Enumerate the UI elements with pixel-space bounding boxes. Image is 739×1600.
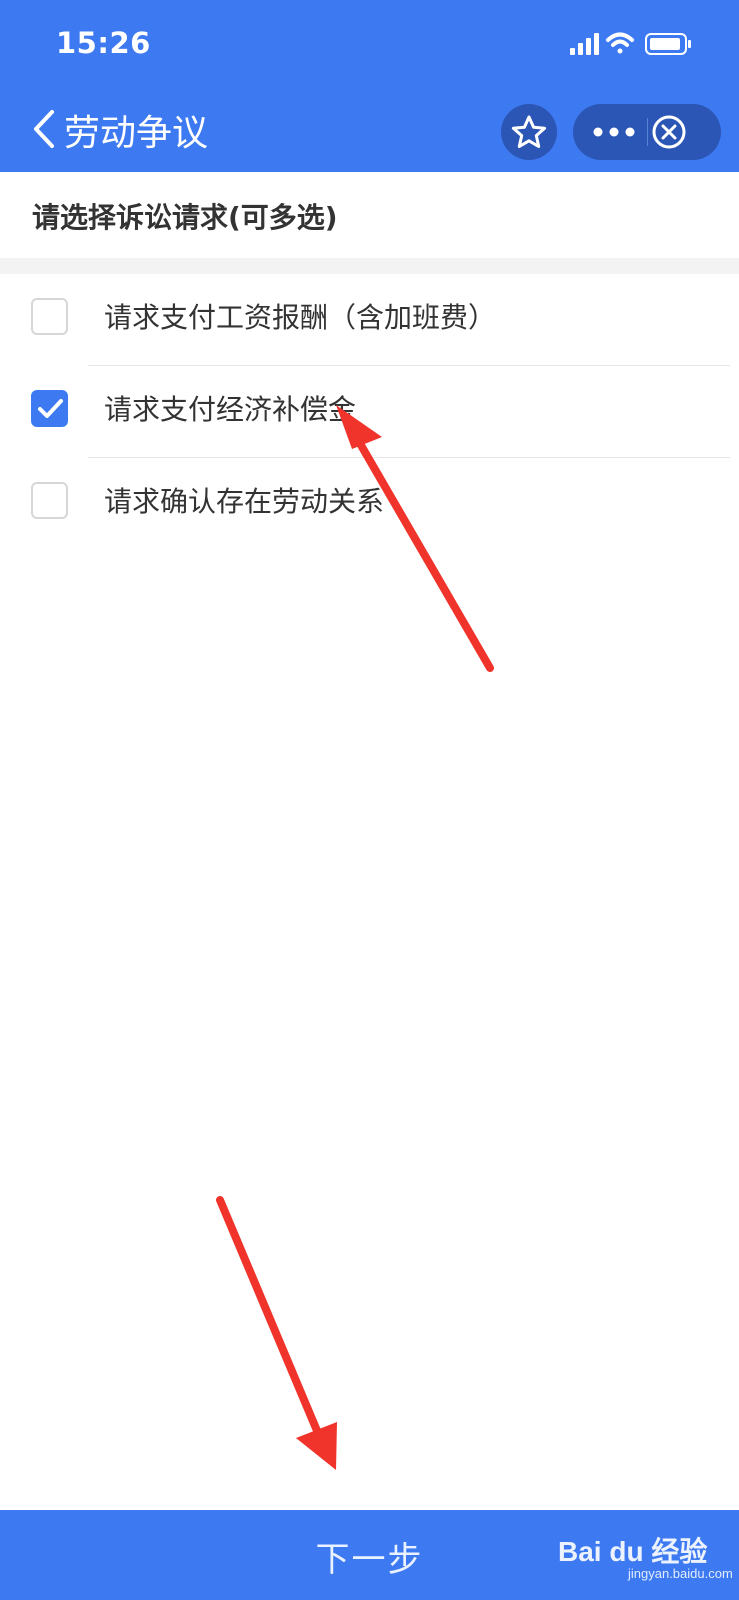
wifi-icon xyxy=(606,32,634,54)
chevron-left-icon xyxy=(34,110,54,148)
section-gap xyxy=(0,258,739,274)
mini-program-capsule xyxy=(573,104,721,160)
close-circle-icon xyxy=(652,115,686,149)
signal-icon xyxy=(570,33,599,55)
checkmark-icon xyxy=(38,399,63,418)
status-time: 15:26 xyxy=(56,26,151,60)
back-button[interactable] xyxy=(28,106,62,152)
page-title: 劳动争议 xyxy=(64,113,209,154)
claims-option-list: 请求支付工资报酬（含加班费） 请求支付经济补偿金 请求确认存在劳动关系 xyxy=(0,274,739,550)
favorite-button[interactable] xyxy=(501,104,557,160)
checkbox[interactable] xyxy=(31,298,68,335)
watermark-brand: Bai du 经验 xyxy=(558,1536,708,1567)
option-item[interactable]: 请求支付工资报酬（含加班费） xyxy=(0,274,739,366)
option-item[interactable]: 请求支付经济补偿金 xyxy=(0,366,739,458)
next-button[interactable]: 下一步 Bai du 经验 jingyan.baidu.com xyxy=(0,1510,739,1600)
status-icons xyxy=(570,30,720,60)
top-navigation-bar: 15:26 劳动争议 xyxy=(0,0,739,172)
checkbox-checked[interactable] xyxy=(31,390,68,427)
close-button[interactable] xyxy=(648,104,721,160)
baidu-watermark: Bai du 经验 jingyan.baidu.com xyxy=(558,1530,733,1584)
option-label: 请求支付经济补偿金 xyxy=(104,393,357,426)
watermark-url: jingyan.baidu.com xyxy=(628,1566,733,1581)
section-title: 请选择诉讼请求(可多选) xyxy=(32,201,338,234)
checkbox[interactable] xyxy=(31,482,68,519)
arrow-down-icon xyxy=(216,1196,337,1470)
more-dots-icon xyxy=(593,127,635,137)
section-header: 请选择诉讼请求(可多选) xyxy=(0,172,739,258)
more-button[interactable] xyxy=(573,104,647,160)
option-label: 请求确认存在劳动关系 xyxy=(104,485,385,518)
option-item[interactable]: 请求确认存在劳动关系 xyxy=(0,458,739,550)
option-label: 请求支付工资报酬（含加班费） xyxy=(104,301,497,334)
star-icon xyxy=(511,115,547,148)
battery-icon xyxy=(645,33,691,55)
